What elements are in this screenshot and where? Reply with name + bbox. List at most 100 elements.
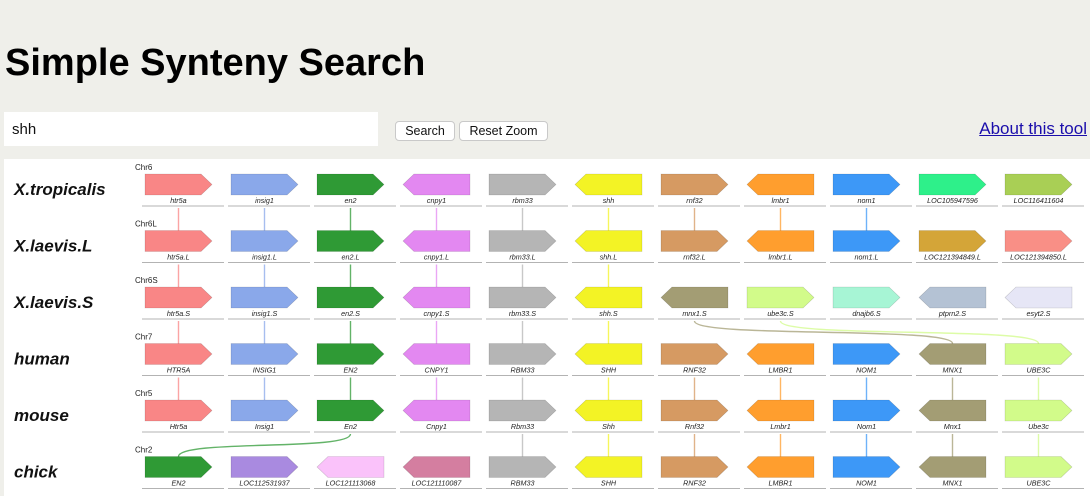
gene-label: LOC121110087 [412, 479, 463, 488]
gene-arrow[interactable] [316, 456, 385, 478]
gene-arrow[interactable] [144, 399, 213, 422]
gene-arrow[interactable] [1004, 286, 1073, 309]
gene-arrow[interactable] [832, 343, 901, 365]
gene-arrow[interactable] [832, 286, 901, 309]
gene-arrow[interactable] [316, 230, 385, 252]
reset-zoom-button[interactable]: Reset Zoom [459, 121, 548, 141]
gene-arrow[interactable] [832, 456, 901, 478]
gene-arrow[interactable] [488, 286, 557, 309]
species-label: chick [14, 463, 59, 482]
species-label: human [14, 350, 70, 369]
gene-arrow[interactable] [144, 456, 213, 478]
gene-arrow[interactable] [1004, 343, 1073, 365]
gene-label: SHH [601, 366, 617, 375]
gene-arrow[interactable] [144, 230, 213, 252]
gene-arrow[interactable] [316, 343, 385, 365]
gene-label: LMBR1 [769, 479, 793, 488]
search-input[interactable] [4, 112, 378, 146]
gene-label: cnpy1.S [424, 309, 450, 318]
gene-arrow[interactable] [832, 173, 901, 196]
page-title: Simple Synteny Search [5, 42, 426, 84]
gene-arrow[interactable] [746, 456, 815, 478]
gene-label: Htr5a [170, 422, 188, 431]
gene-arrow[interactable] [488, 456, 557, 478]
gene-label: RBM33 [511, 366, 535, 375]
gene-label: Ube3c [1028, 422, 1049, 431]
chromosome-label: Chr2 [135, 446, 153, 455]
gene-arrow[interactable] [918, 173, 987, 196]
gene-arrow[interactable] [488, 343, 557, 365]
gene-arrow[interactable] [660, 399, 729, 422]
gene-label: shh [603, 196, 615, 205]
gene-label: En2 [344, 422, 357, 431]
gene-arrow[interactable] [746, 230, 815, 252]
search-button[interactable]: Search [395, 121, 455, 141]
gene-label: rnf32.L [683, 253, 705, 262]
gene-label: rnf32 [686, 196, 702, 205]
gene-arrow[interactable] [144, 286, 213, 309]
gene-arrow[interactable] [918, 286, 987, 309]
gene-label: Rbm33 [511, 422, 534, 431]
gene-label: htr5a.S [167, 309, 190, 318]
gene-arrow[interactable] [832, 399, 901, 422]
gene-arrow[interactable] [918, 343, 987, 365]
gene-arrow[interactable] [402, 399, 471, 422]
gene-arrow[interactable] [230, 173, 299, 196]
gene-arrow[interactable] [660, 173, 729, 196]
gene-arrow[interactable] [746, 173, 815, 196]
gene-label: ube3c.S [767, 309, 794, 318]
gene-arrow[interactable] [144, 343, 213, 365]
gene-arrow[interactable] [1004, 173, 1073, 196]
gene-label: cnpy1.L [424, 253, 449, 262]
gene-label: shh.S [599, 309, 618, 318]
gene-arrow[interactable] [230, 286, 299, 309]
gene-arrow[interactable] [832, 230, 901, 252]
gene-arrow[interactable] [1004, 230, 1073, 252]
chromosome-label: Chr6S [135, 276, 158, 285]
gene-arrow[interactable] [574, 230, 643, 252]
gene-label: esyt2.S [1027, 309, 1051, 318]
gene-arrow[interactable] [230, 343, 299, 365]
gene-arrow[interactable] [660, 343, 729, 365]
gene-label: insig1 [255, 196, 274, 205]
gene-arrow[interactable] [746, 343, 815, 365]
gene-arrow[interactable] [918, 230, 987, 252]
gene-arrow[interactable] [402, 343, 471, 365]
gene-arrow[interactable] [316, 286, 385, 309]
gene-arrow[interactable] [230, 399, 299, 422]
gene-arrow[interactable] [230, 456, 299, 478]
about-link[interactable]: About this tool [979, 119, 1087, 139]
gene-arrow[interactable] [488, 173, 557, 196]
gene-arrow[interactable] [230, 230, 299, 252]
gene-arrow[interactable] [1004, 456, 1073, 478]
gene-label: shh.L [600, 253, 618, 262]
gene-arrow[interactable] [316, 399, 385, 422]
gene-arrow[interactable] [488, 230, 557, 252]
gene-arrow[interactable] [660, 286, 729, 309]
gene-label: NOM1 [856, 479, 877, 488]
gene-arrow[interactable] [574, 343, 643, 365]
gene-label: Rnf32 [685, 422, 704, 431]
gene-arrow[interactable] [746, 399, 815, 422]
gene-arrow[interactable] [918, 456, 987, 478]
track-row: chick Chr2 EN2 LOC112531937 LOC121113068 LOC1… [14, 446, 1084, 489]
gene-arrow[interactable] [574, 173, 643, 196]
gene-arrow[interactable] [402, 230, 471, 252]
gene-arrow[interactable] [574, 399, 643, 422]
gene-arrow[interactable] [746, 286, 815, 309]
gene-arrow[interactable] [660, 456, 729, 478]
gene-arrow[interactable] [402, 286, 471, 309]
synteny-viewer[interactable]: X.tropicalis Chr6 htr5a insig1 en2 cnpy1 rbm33… [4, 159, 1090, 496]
gene-arrow[interactable] [402, 456, 471, 478]
gene-arrow[interactable] [488, 399, 557, 422]
gene-arrow[interactable] [1004, 399, 1073, 422]
gene-arrow[interactable] [918, 399, 987, 422]
gene-arrow[interactable] [574, 456, 643, 478]
gene-label: en2.L [342, 253, 360, 262]
gene-label: Insig1 [255, 422, 274, 431]
gene-arrow[interactable] [402, 173, 471, 196]
gene-arrow[interactable] [660, 230, 729, 252]
gene-arrow[interactable] [316, 173, 385, 196]
gene-arrow[interactable] [144, 173, 213, 196]
gene-arrow[interactable] [574, 286, 643, 309]
